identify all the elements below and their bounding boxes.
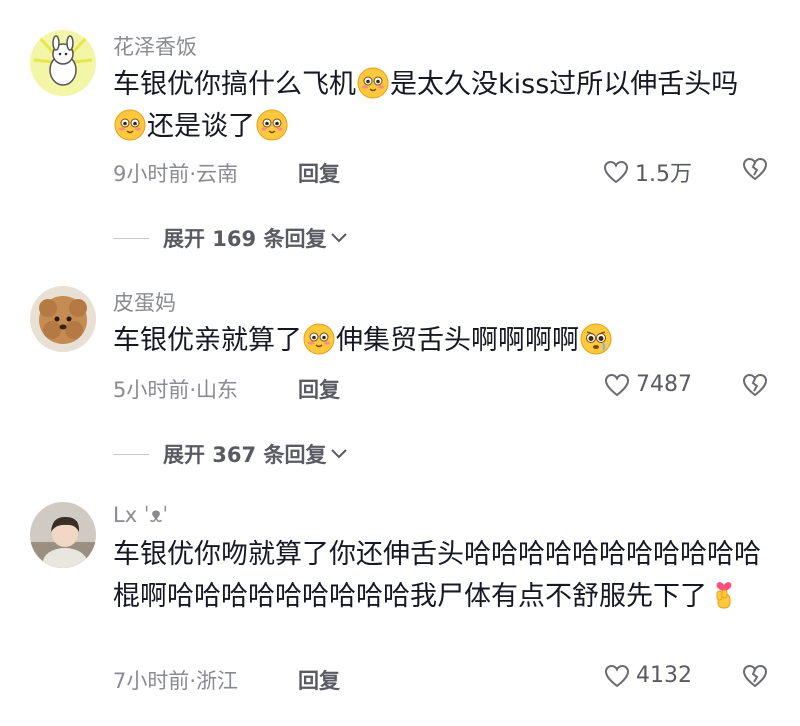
- comment-text: 车银优亲就算了 伸集贸舌头啊啊啊啊: [113, 320, 773, 362]
- expand-replies-button[interactable]: 展开 169 条回复: [113, 223, 348, 253]
- expand-replies-label: 展开 367 条回复: [163, 443, 327, 467]
- username[interactable]: 花泽香饭: [113, 31, 197, 61]
- comment-time-location: 7小时前·浙江: [113, 669, 239, 693]
- broken-heart-icon: [742, 664, 768, 688]
- comment-text-part: 是太久没kiss过所以伸舌头吗: [390, 69, 739, 100]
- reply-button[interactable]: 回复: [298, 665, 340, 695]
- like-button[interactable]: 4132: [604, 663, 692, 688]
- like-count: 1.5万: [635, 162, 692, 187]
- avatar[interactable]: [30, 502, 96, 568]
- shy-smile-emoji-icon: [256, 109, 288, 141]
- reply-button[interactable]: 回复: [298, 374, 340, 404]
- like-button[interactable]: 1.5万: [603, 156, 692, 188]
- finger-heart-emoji-icon: [716, 582, 732, 609]
- expand-replies-button[interactable]: 展开 367 条回复: [113, 439, 348, 469]
- comment-text-part: 车银优你吻就算了你还伸舌头哈哈哈哈哈哈哈哈哈哈哈棍啊哈哈哈哈哈哈哈哈哈我尸体有点…: [113, 539, 761, 612]
- comment-text: 车银优你搞什么飞机 是太久没kiss过所以伸舌头吗还是谈了: [113, 64, 773, 148]
- username[interactable]: 皮蛋妈: [113, 287, 176, 317]
- comment-text: 车银优你吻就算了你还伸舌头哈哈哈哈哈哈哈哈哈哈哈棍啊哈哈哈哈哈哈哈哈哈我尸体有点…: [113, 534, 773, 618]
- like-count: 7487: [636, 372, 692, 397]
- comment-text-part: 车银优你搞什么飞机: [113, 69, 356, 100]
- chevron-down-icon: [331, 449, 348, 459]
- heart-outline-icon: [604, 373, 630, 396]
- dislike-button[interactable]: [742, 373, 768, 401]
- username[interactable]: Lx ˈᴥˈ: [113, 503, 168, 528]
- comment-text-part: 还是谈了: [147, 111, 255, 142]
- divider-line: [113, 453, 149, 455]
- like-count: 4132: [636, 663, 692, 688]
- chevron-down-icon: [331, 233, 348, 243]
- shy-smile-emoji-icon: [303, 323, 335, 355]
- comment-text-part: 伸集贸舌头啊啊啊啊: [336, 325, 579, 356]
- comment-time-location: 9小时前·云南: [113, 162, 239, 186]
- shy-smile-emoji-icon: [357, 67, 389, 99]
- heart-outline-icon: [603, 160, 629, 184]
- dislike-button[interactable]: [742, 157, 768, 185]
- reply-button[interactable]: 回复: [298, 158, 340, 188]
- broken-heart-icon: [742, 373, 768, 397]
- broken-heart-icon: [742, 157, 768, 181]
- shy-smile-emoji-icon: [114, 109, 146, 141]
- dislike-button[interactable]: [742, 664, 768, 692]
- heart-outline-icon: [604, 664, 630, 687]
- avatar[interactable]: [30, 286, 96, 352]
- expand-replies-label: 展开 169 条回复: [163, 227, 327, 251]
- pleading-face-emoji-icon: [580, 323, 612, 355]
- comment-text-part: 车银优亲就算了: [113, 325, 302, 356]
- comment-time-location: 5小时前·山东: [113, 378, 239, 402]
- avatar[interactable]: [30, 30, 96, 96]
- divider-line: [113, 237, 149, 239]
- like-button[interactable]: 7487: [604, 372, 692, 397]
